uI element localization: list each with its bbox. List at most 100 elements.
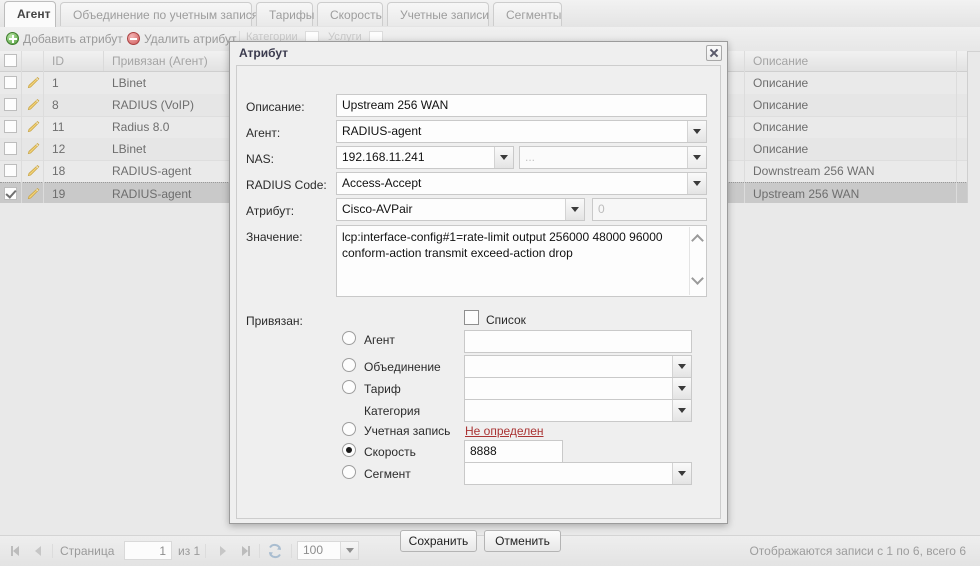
list-checkbox[interactable] [464, 310, 479, 325]
page-size-dropdown-button[interactable] [340, 542, 358, 559]
tab-label: Сегменты [506, 8, 562, 22]
refresh-icon[interactable] [266, 542, 284, 560]
paging-separator [259, 544, 260, 558]
grid-header-description[interactable]: Описание [745, 51, 957, 71]
add-attribute-button[interactable]: Добавить атрибут [6, 30, 123, 48]
binding-combo-segment[interactable] [464, 462, 692, 485]
edit-pencil-icon[interactable] [26, 76, 40, 90]
tab-label: Тарифы [269, 8, 315, 22]
binding-radio-speed[interactable] [342, 443, 356, 457]
value-label: Значение: [246, 230, 303, 244]
binding-radio-segment[interactable] [342, 465, 356, 479]
radius-code-dropdown-button[interactable] [687, 173, 706, 194]
row-checkbox[interactable] [4, 76, 17, 89]
binding-label: Привязан: [246, 314, 303, 328]
dialog-title: Атрибут [230, 42, 727, 64]
account-undefined-link[interactable]: Не определен [465, 424, 544, 438]
previous-page-button[interactable] [30, 543, 46, 559]
binding-combo-union[interactable] [464, 355, 692, 378]
grid-column-divider [956, 51, 957, 203]
binding-radio-agent[interactable] [342, 331, 356, 345]
binding-radio-tariff[interactable] [342, 380, 356, 394]
nas-dropdown-button[interactable] [494, 147, 513, 168]
select-all-checkbox[interactable] [4, 54, 17, 67]
tab-segments[interactable]: Сегменты [493, 2, 562, 26]
page-number-input[interactable]: 1 [124, 541, 172, 560]
attribute-number-input[interactable]: 0 [592, 198, 707, 221]
remove-icon [127, 32, 140, 45]
tariff-dropdown-button[interactable] [672, 378, 691, 399]
next-page-button[interactable] [215, 543, 231, 559]
binding-combo-category[interactable] [464, 399, 692, 422]
union-dropdown-button[interactable] [672, 356, 691, 377]
row-checkbox[interactable] [4, 142, 17, 155]
save-button-label: Сохранить [408, 534, 469, 548]
dialog-body: Описание: Upstream 256 WAN Агент: RADIUS… [236, 65, 721, 519]
edit-pencil-icon[interactable] [26, 142, 40, 156]
nas-value: 192.168.11.241 [342, 150, 425, 164]
edit-pencil-icon[interactable] [26, 164, 40, 178]
cell-id: 8 [52, 98, 59, 112]
first-page-button[interactable] [8, 543, 24, 559]
radius-code-label: RADIUS Code: [246, 178, 327, 192]
cell-description: Описание [753, 120, 809, 134]
attribute-dropdown-button[interactable] [565, 199, 584, 220]
binding-combo-tariff[interactable] [464, 377, 692, 400]
value-textarea-scrollbar[interactable] [689, 227, 705, 295]
value-textarea[interactable]: lcp:interface-config#1=rate-limit output… [336, 225, 707, 297]
tab-account-union[interactable]: Объединение по учетным записям [60, 2, 267, 26]
delete-attribute-button[interactable]: Удалить атрибут [127, 30, 237, 48]
nas-label: NAS: [246, 152, 275, 166]
cancel-button[interactable]: Отменить [484, 530, 561, 552]
tab-tariffs[interactable]: Тарифы [256, 2, 315, 26]
attribute-combo[interactable]: Cisco-AVPair [336, 198, 585, 221]
binding-radio-account[interactable] [342, 422, 356, 436]
nas-secondary-dropdown-button[interactable] [687, 147, 706, 168]
row-checkbox[interactable] [4, 98, 17, 111]
list-checkbox-label: Список [486, 313, 526, 327]
category-dropdown-button[interactable] [672, 400, 691, 421]
paging-separator [291, 544, 292, 558]
edit-pencil-icon[interactable] [26, 187, 40, 201]
grid-header-id[interactable]: ID [44, 51, 104, 71]
binding-label-agent: Агент [364, 333, 395, 347]
edit-pencil-icon[interactable] [26, 98, 40, 112]
binding-radio-union[interactable] [342, 358, 356, 372]
nas-secondary-combo[interactable]: ... [519, 146, 707, 169]
tab-speed[interactable]: Скорость [317, 2, 383, 26]
tab-agent[interactable]: Агент [4, 1, 56, 27]
grid-header-select[interactable] [0, 51, 22, 71]
edit-pencil-icon[interactable] [26, 120, 40, 134]
description-input[interactable]: Upstream 256 WAN [336, 94, 707, 117]
scroll-down-icon[interactable] [693, 274, 702, 283]
tab-label: Агент [17, 7, 51, 21]
cell-description: Описание [753, 76, 809, 90]
row-checkbox[interactable] [4, 187, 17, 200]
binding-input-agent[interactable] [464, 330, 692, 353]
delete-attribute-label: Удалить атрибут [144, 32, 237, 46]
close-icon[interactable] [706, 45, 722, 61]
scroll-up-icon[interactable] [693, 234, 702, 243]
segment-dropdown-button[interactable] [672, 463, 691, 484]
nas-combo[interactable]: 192.168.11.241 [336, 146, 514, 169]
value-textarea-text: lcp:interface-config#1=rate-limit output… [342, 230, 663, 260]
agent-combo[interactable]: RADIUS-agent [336, 120, 707, 143]
application-window: Агент Объединение по учетным записям Тар… [0, 0, 980, 566]
page-size-combo[interactable]: 100 [297, 541, 359, 560]
agent-dropdown-button[interactable] [687, 121, 706, 142]
binding-input-speed[interactable]: 8888 [464, 440, 563, 463]
tab-strip: Агент Объединение по учетным записям Тар… [0, 0, 980, 28]
grid-column-divider [744, 51, 745, 203]
agent-value: RADIUS-agent [342, 124, 422, 138]
tab-accounts[interactable]: Учетные записи [387, 2, 489, 26]
row-checkbox[interactable] [4, 164, 17, 177]
page-label: Страница [60, 544, 115, 558]
last-page-button[interactable] [237, 543, 253, 559]
cell-id: 12 [52, 142, 66, 156]
tab-label: Скорость [330, 8, 382, 22]
row-checkbox[interactable] [4, 120, 17, 133]
paging-separator [205, 544, 206, 558]
grid-right-edge [967, 51, 968, 203]
save-button[interactable]: Сохранить [400, 530, 477, 552]
radius-code-combo[interactable]: Access-Accept [336, 172, 707, 195]
